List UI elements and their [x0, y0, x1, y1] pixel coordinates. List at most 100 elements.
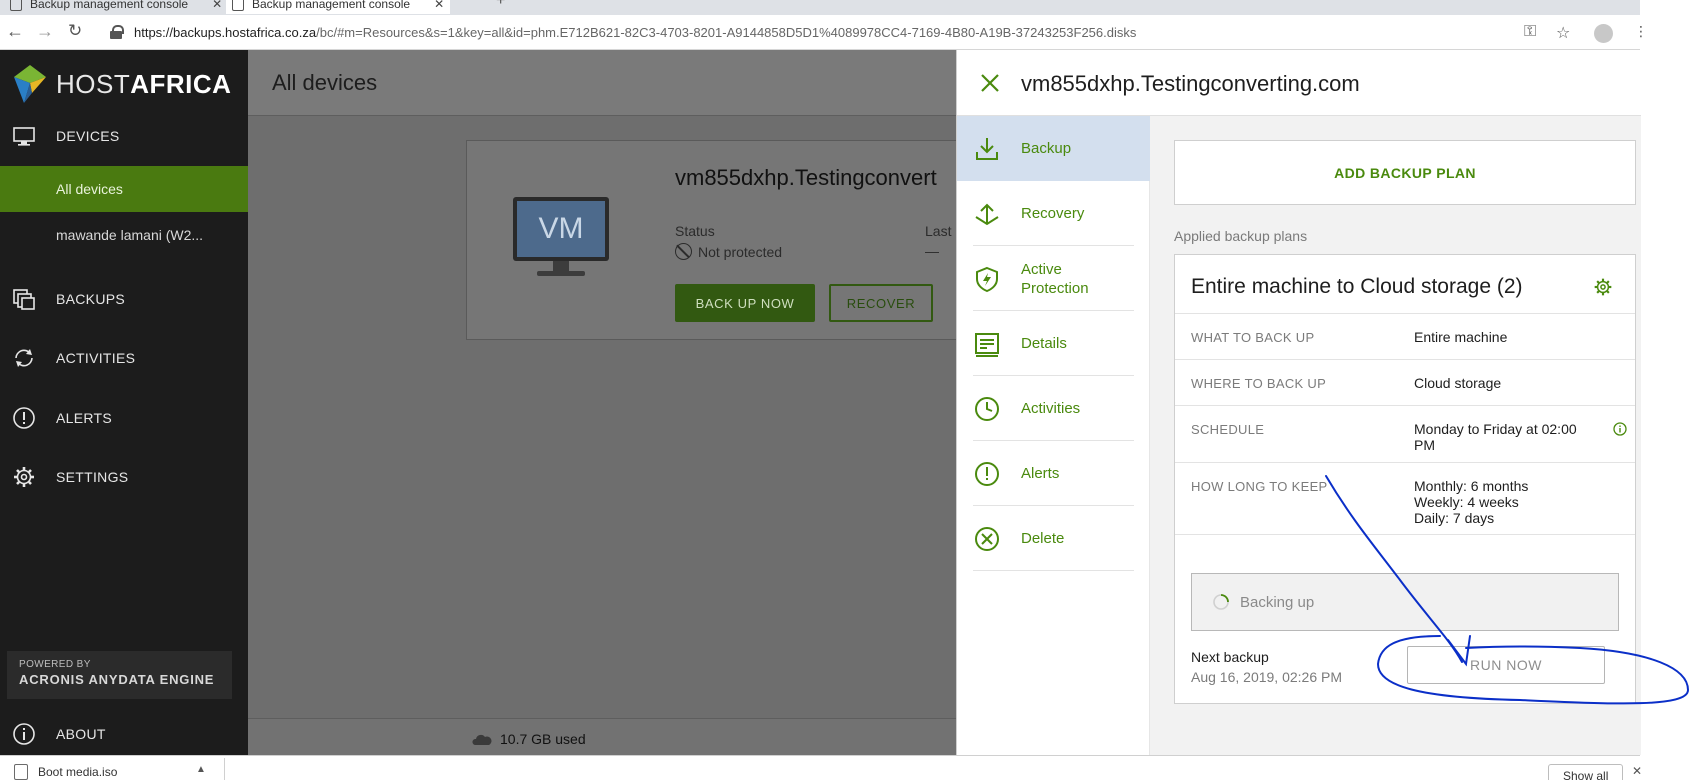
schedule-info-icon[interactable] — [1613, 422, 1627, 436]
status-value: Not protected — [675, 243, 782, 260]
star-icon[interactable]: ☆ — [1556, 23, 1570, 43]
download-item[interactable]: Boot media.iso — [14, 764, 117, 780]
details-card-icon — [975, 332, 999, 357]
panel-tab-active-protection[interactable]: Active Protection — [957, 246, 1150, 311]
storage-used-text: 10.7 GB used — [500, 731, 586, 747]
page-icon — [232, 0, 244, 11]
nav-alerts[interactable]: ALERTS — [0, 398, 248, 438]
panel-tab-recovery[interactable]: Recovery — [957, 181, 1150, 246]
page-title: All devices — [272, 70, 378, 95]
new-tab-button[interactable]: + — [496, 0, 505, 10]
panel-tab-label: Activities — [1021, 400, 1081, 417]
browser-tab-active[interactable]: Backup management console ✕ — [226, 0, 451, 14]
plan-row-value: Monthly: 6 months Weekly: 4 weeks Daily:… — [1414, 478, 1609, 526]
browser-tab-title: Backup management console — [30, 0, 189, 11]
sidebar-item-label: mawande lamani (W2... — [56, 227, 204, 243]
retention-monthly: Monthly: 6 months — [1414, 478, 1529, 494]
vm-icon-text: VM — [517, 201, 605, 257]
nav-settings[interactable]: SETTINGS — [0, 457, 248, 497]
tab-close-icon[interactable]: ✕ — [212, 0, 222, 11]
disc-file-icon — [14, 764, 28, 780]
back-up-now-button[interactable]: BACK UP NOW — [675, 284, 815, 322]
panel-tab-backup[interactable]: Backup — [957, 116, 1150, 181]
download-bar: Boot media.iso ▲ Show all ✕ — [0, 755, 1642, 780]
reload-icon[interactable]: ↻ — [68, 21, 82, 41]
nav-devices[interactable]: DEVICES — [0, 116, 248, 156]
backing-up-text: Backing up — [1240, 593, 1315, 611]
last-backup-value: — — [925, 243, 939, 259]
vm-monitor-icon: VM — [513, 197, 609, 279]
sidebar-item-all-devices[interactable]: All devices — [0, 166, 248, 212]
url-host: https://backups.hostafrica.co.za — [134, 25, 317, 40]
panel-tab-label: Active Protection — [1021, 260, 1089, 297]
panel-tab-alerts[interactable]: Alerts — [957, 441, 1150, 506]
plan-row-key: WHAT TO BACK UP — [1191, 330, 1315, 345]
next-backup-label: Next backup — [1191, 649, 1269, 665]
nav-label: ALERTS — [56, 410, 113, 426]
sidebar-item-mawande-lamani[interactable]: mawande lamani (W2... — [0, 212, 248, 258]
plan-title: Entire machine to Cloud storage (2) — [1191, 275, 1523, 298]
device-detail-panel: vm855dxhp.Testingconverting.com Backup R… — [956, 50, 1641, 755]
nav-activities[interactable]: ACTIVITIES — [0, 338, 248, 378]
plan-row-divider — [1175, 534, 1635, 535]
chevron-up-icon[interactable]: ▲ — [196, 764, 206, 775]
key-icon[interactable]: ⚿ — [1524, 23, 1536, 41]
url-path: /bc/#m=Resources&s=1&key=all&id=phm.E712… — [316, 25, 1137, 40]
download-backup-icon — [976, 137, 998, 160]
plan-row-key: WHERE TO BACK UP — [1191, 376, 1327, 391]
forward-arrow-icon[interactable]: → — [36, 21, 54, 42]
status-label: Status — [675, 223, 715, 239]
hostafrica-logo-mark-icon — [14, 65, 46, 103]
panel-tab-label: Details — [1021, 335, 1067, 352]
url-field[interactable]: https://backups.hostafrica.co.za/bc/#m=R… — [134, 25, 1136, 40]
alert-circle-icon — [975, 461, 999, 486]
panel-tab-delete[interactable]: Delete — [957, 506, 1150, 571]
close-download-bar-icon[interactable]: ✕ — [1632, 764, 1642, 778]
clock-icon — [975, 396, 999, 421]
panel-tab-details[interactable]: Details — [957, 311, 1150, 376]
panel-tab-label: Recovery — [1021, 205, 1085, 222]
close-icon[interactable] — [979, 72, 1001, 94]
back-arrow-icon[interactable]: ← — [6, 21, 24, 42]
address-bar: ← → ↻ https://backups.hostafrica.co.za/b… — [0, 15, 1648, 50]
browser-tab[interactable]: Backup management console ✕ — [10, 0, 222, 14]
nav-label: SETTINGS — [56, 469, 129, 485]
lock-icon[interactable] — [110, 25, 124, 39]
backup-plan-card: Entire machine to Cloud storage (2) WHAT… — [1174, 254, 1636, 704]
backup-plans-area: ADD BACKUP PLAN Applied backup plans Ent… — [1150, 116, 1641, 755]
panel-nav: Backup Recovery Active Protection Detail… — [957, 116, 1150, 755]
device-card[interactable]: VM vm855dxhp.Testingconvert Status Not p… — [466, 140, 966, 340]
plan-row-retention: HOW LONG TO KEEP Monthly: 6 months Weekl… — [1175, 462, 1635, 534]
gear-icon — [14, 467, 34, 487]
plan-row-key: HOW LONG TO KEEP — [1191, 479, 1328, 494]
run-now-button[interactable]: RUN NOW — [1407, 646, 1605, 684]
panel-tab-label: Alerts — [1021, 465, 1060, 482]
download-filename: Boot media.iso — [38, 765, 118, 779]
browser-tab-strip: Backup management console ✕ Backup manag… — [0, 0, 1640, 15]
plan-row-value: Monday to Friday at 02:00 PM — [1414, 421, 1577, 453]
plan-settings-gear-icon[interactable] — [1593, 277, 1613, 297]
panel-title: vm855dxhp.Testingconverting.com — [1021, 71, 1360, 96]
nav-about[interactable]: ABOUT — [0, 714, 248, 754]
panel-tab-activities[interactable]: Activities — [957, 376, 1150, 441]
upload-recovery-icon — [975, 203, 999, 225]
hostafrica-logo[interactable]: HOSTAFRICA — [10, 62, 231, 106]
divider — [224, 758, 225, 780]
status-text: Not protected — [698, 243, 783, 260]
recover-button[interactable]: RECOVER — [829, 284, 933, 322]
kebab-menu-icon[interactable]: ⋮ — [1634, 23, 1648, 40]
profile-icon[interactable] — [1594, 24, 1613, 43]
main-header: All devices — [248, 50, 956, 116]
add-backup-plan-button[interactable]: ADD BACKUP PLAN — [1174, 140, 1636, 205]
main-content: All devices VM vm855dxhp.Testingconvert … — [248, 50, 966, 755]
page-icon — [10, 0, 22, 11]
nav-backups[interactable]: BACKUPS — [0, 279, 248, 319]
app-sidebar: HOSTAFRICA DEVICES All devices mawande l… — [0, 50, 248, 755]
device-name[interactable]: vm855dxhp.Testingconvert — [675, 165, 937, 191]
plan-row-what: WHAT TO BACK UP Entire machine — [1175, 313, 1635, 359]
plan-row-schedule: SCHEDULE Monday to Friday at 02:00 PM — [1175, 405, 1635, 462]
storage-usage: 10.7 GB used — [472, 731, 586, 747]
show-all-button[interactable]: Show all — [1548, 764, 1624, 780]
tab-close-icon[interactable]: ✕ — [434, 0, 444, 11]
spinner-icon — [1213, 594, 1229, 610]
